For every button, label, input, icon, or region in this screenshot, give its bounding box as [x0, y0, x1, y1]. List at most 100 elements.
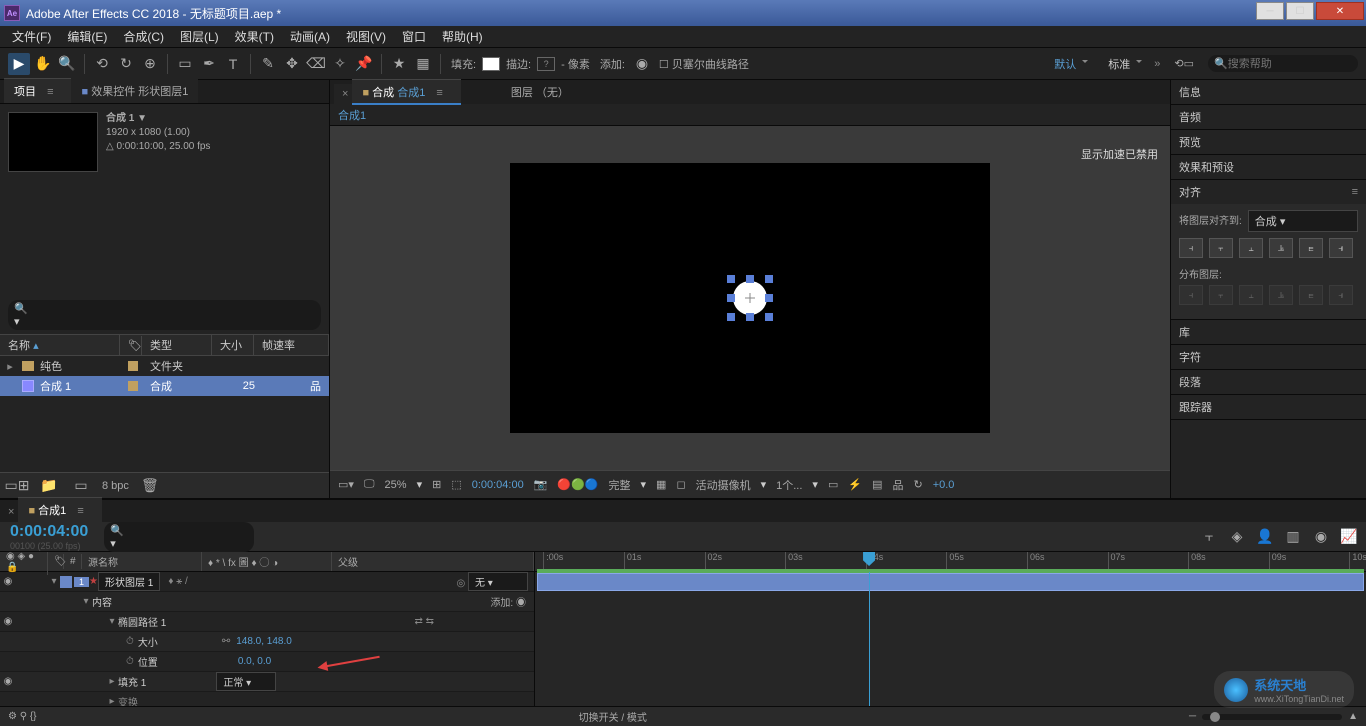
label-swatch[interactable] [128, 381, 138, 391]
panel-effects-presets[interactable]: 效果和预设 [1171, 155, 1366, 179]
blend-mode-dropdown[interactable]: 正常 ▾ [216, 672, 276, 691]
menu-edit[interactable]: 编辑(E) [59, 25, 115, 48]
align-right-icon[interactable]: ⫠ [1239, 238, 1263, 258]
toggle-switches-label[interactable]: 切换开关 / 模式 [579, 709, 647, 724]
link-icon[interactable]: ⚯ [222, 636, 230, 647]
zoom-out-icon[interactable]: ─ [1189, 711, 1196, 722]
project-search-input[interactable] [32, 309, 315, 321]
puppet-tool-icon[interactable]: 📌 [353, 53, 375, 75]
toggle-icon-a[interactable]: ★ [388, 53, 410, 75]
resolution-icon[interactable]: ⊞ [432, 478, 441, 491]
bezier-checkbox[interactable]: ☐ 贝塞尔曲线路径 [659, 56, 749, 72]
current-time[interactable]: 0:00:04:00 [472, 479, 524, 491]
panel-preview[interactable]: 预览 [1171, 130, 1366, 154]
resize-handle[interactable] [765, 313, 773, 321]
magnification-icon[interactable]: 🖵 [364, 478, 375, 491]
camera-dropdown[interactable]: 活动摄像机 [696, 477, 751, 493]
label-swatch[interactable] [60, 576, 72, 588]
position-value[interactable]: 0.0, 0.0 [238, 656, 271, 667]
resize-handle[interactable] [727, 294, 735, 302]
orbit-tool-icon[interactable]: ⟲ [91, 53, 113, 75]
layer-row[interactable]: ◉ ▾ 1 ★ 形状图层 1 ♦ ⚹ / ◎ 无 ▾ [0, 572, 534, 592]
zoom-tool-icon[interactable]: 🔍 [56, 53, 78, 75]
twirl-icon[interactable]: ▸ [106, 676, 118, 687]
align-left-icon[interactable]: ⫞ [1179, 238, 1203, 258]
draft3d-icon[interactable]: ◈ [1226, 526, 1248, 548]
layer-name[interactable]: 形状图层 1 [98, 572, 160, 591]
toggle-switch-icon[interactable]: ⚙ ⚲ {} [8, 711, 37, 722]
menu-composition[interactable]: 合成(C) [115, 25, 172, 48]
selected-shape[interactable] [733, 281, 767, 315]
workspace-standard-dropdown[interactable]: 标准 [1100, 54, 1146, 74]
menu-effect[interactable]: 效果(T) [227, 25, 282, 48]
new-comp-icon[interactable]: ▭ [70, 475, 92, 497]
fast-preview-icon[interactable]: ⚡ [848, 478, 862, 491]
snapshot-icon[interactable]: 📷 [534, 478, 548, 491]
hand-tool-icon[interactable]: ✋ [32, 53, 54, 75]
comp-mini-flow-icon[interactable]: ⫟ [1198, 526, 1220, 548]
add-shape-icon[interactable]: ◉ [631, 53, 653, 75]
panel-tracker[interactable]: 跟踪器 [1171, 395, 1366, 419]
zoom-dropdown[interactable]: 25% [385, 479, 407, 491]
roi-icon[interactable]: ⬚ [451, 478, 461, 491]
align-vcenter-icon[interactable]: ⫢ [1299, 238, 1323, 258]
col-fps[interactable]: 帧速率 [254, 334, 329, 356]
bpc-toggle[interactable]: 8 bpc [102, 480, 129, 492]
selection-tool-icon[interactable]: ▶ [8, 53, 30, 75]
label-swatch[interactable] [128, 361, 138, 371]
close-button[interactable]: ✕ [1316, 2, 1364, 20]
flowchart-icon[interactable]: 品 [310, 378, 321, 394]
workspace-reset-icon[interactable]: ⟲▭ [1174, 57, 1194, 70]
eraser-tool-icon[interactable]: ⌫ [305, 53, 327, 75]
add-content-icon[interactable]: ◉ [516, 598, 526, 609]
workspace-default-dropdown[interactable]: 默认 [1046, 54, 1092, 74]
timeline-zoom-slider[interactable] [1202, 714, 1342, 720]
flowchart-icon[interactable]: 品 [892, 477, 903, 493]
twirl-icon[interactable]: ▾ [80, 596, 92, 607]
quality-dropdown[interactable]: 完整 [609, 477, 631, 493]
channel-icon[interactable]: 🔴🟢🔵 [557, 478, 598, 491]
col-size[interactable]: 大小 [212, 334, 254, 356]
brush-tool-icon[interactable]: ✎ [257, 53, 279, 75]
property-row-contents[interactable]: ▾ 内容 添加: ◉ [0, 592, 534, 612]
motion-blur-icon[interactable]: ◉ [1310, 526, 1332, 548]
property-row-ellipse[interactable]: ◉ ▾ 椭圆路径 1 ⇄ ⇆ [0, 612, 534, 632]
property-row-size[interactable]: ⏱ 大小 ⚯ 148.0, 148.0 [0, 632, 534, 652]
menu-animation[interactable]: 动画(A) [282, 25, 338, 48]
trash-icon[interactable]: 🗑 [139, 475, 161, 497]
ellipse-shape[interactable] [733, 281, 767, 315]
resize-handle[interactable] [727, 313, 735, 321]
align-hcenter-icon[interactable]: ⫟ [1209, 238, 1233, 258]
always-preview-icon[interactable]: ▭▾ [338, 478, 354, 491]
col-source-name[interactable]: 源名称 [82, 552, 202, 571]
comp-thumbnail[interactable] [8, 112, 98, 172]
maximize-button[interactable]: ☐ [1286, 2, 1314, 20]
visibility-toggle[interactable]: ◉ [0, 576, 16, 587]
visibility-toggle[interactable]: ◉ [0, 676, 16, 687]
property-row-transform[interactable]: ▸ 变换 [0, 692, 534, 706]
grid-icon[interactable]: ▦ [656, 478, 666, 491]
tab-layer-viewer[interactable]: 图层 （无） [501, 80, 579, 104]
panel-paragraph[interactable]: 段落 [1171, 370, 1366, 394]
project-search[interactable]: 🔍▾ [8, 300, 321, 330]
pen-tool-icon[interactable]: ✒ [198, 53, 220, 75]
reset-exposure-icon[interactable]: ↻ [913, 478, 922, 491]
graph-editor-icon[interactable]: 📈 [1338, 526, 1360, 548]
current-timecode[interactable]: 0:00:04:00 [0, 523, 98, 541]
composition-viewer[interactable]: 显示加速已禁用 [330, 126, 1170, 470]
shy-icon[interactable]: 👤 [1254, 526, 1276, 548]
toggle-icon-b[interactable]: ▦ [412, 53, 434, 75]
panel-align[interactable]: 对齐≡ [1171, 180, 1366, 204]
menu-window[interactable]: 窗口 [394, 25, 434, 48]
stroke-color-swatch[interactable]: ? [537, 57, 555, 71]
cti-line[interactable] [869, 572, 870, 706]
close-tab-icon[interactable]: × [342, 88, 348, 100]
size-value[interactable]: 148.0, 148.0 [230, 636, 292, 647]
close-tab-icon[interactable]: × [4, 502, 18, 522]
pan-behind-tool-icon[interactable]: ⊕ [139, 53, 161, 75]
panel-info[interactable]: 信息 [1171, 80, 1366, 104]
composition-canvas[interactable] [510, 163, 990, 433]
align-to-dropdown[interactable]: 合成 ▾ [1248, 210, 1358, 232]
interpret-icon[interactable]: ▭⊞ [6, 475, 28, 497]
rotate-tool-icon[interactable]: ↻ [115, 53, 137, 75]
